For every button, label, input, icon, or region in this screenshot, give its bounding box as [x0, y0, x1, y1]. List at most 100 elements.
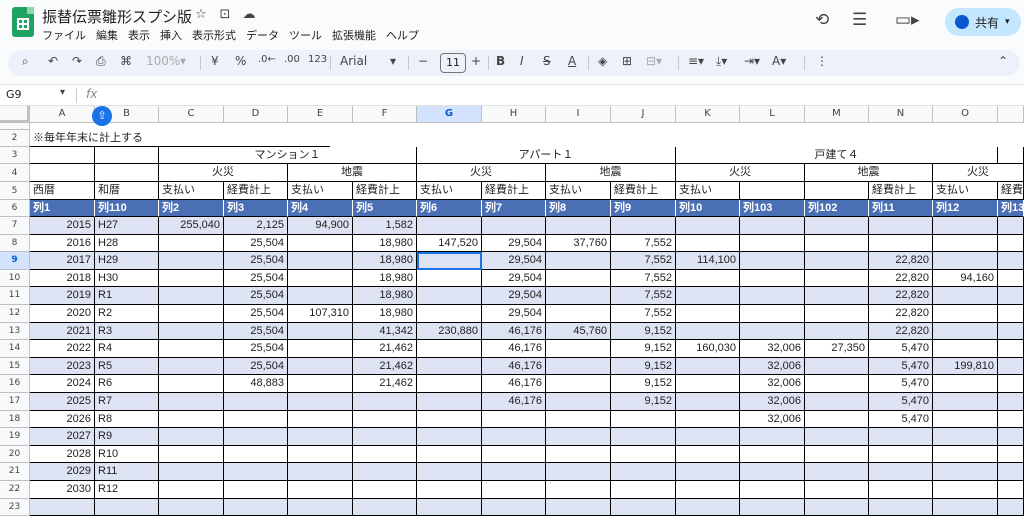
table-cell[interactable]: [805, 481, 869, 499]
table-cell[interactable]: 5,470: [869, 340, 933, 358]
table-cell[interactable]: 5,470: [869, 357, 933, 376]
table-cell[interactable]: 114,100: [676, 252, 740, 270]
column-label[interactable]: 支払い: [546, 182, 611, 200]
table-cell[interactable]: [869, 234, 933, 253]
cell[interactable]: [95, 147, 159, 164]
table-cell[interactable]: 32,006: [740, 340, 805, 358]
table-cell[interactable]: 46,176: [482, 340, 546, 358]
decrease-font-size-icon[interactable]: −: [418, 54, 428, 68]
table-cell[interactable]: 2018: [30, 269, 95, 288]
column-label[interactable]: 支払い: [159, 182, 224, 200]
table-cell[interactable]: [933, 428, 998, 446]
font-size-input[interactable]: 11: [440, 53, 466, 73]
row-header[interactable]: 2: [0, 130, 30, 147]
table-cell[interactable]: [288, 252, 353, 270]
redo-icon[interactable]: ↷: [72, 54, 82, 68]
row-header[interactable]: 23: [0, 498, 30, 517]
table-cell[interactable]: [159, 463, 224, 481]
table-cell[interactable]: [740, 445, 805, 464]
table-cell[interactable]: [417, 217, 482, 235]
freeze-handle-icon[interactable]: ⇧: [92, 106, 112, 126]
table-cell[interactable]: 2027: [30, 428, 95, 446]
table-cell[interactable]: [805, 498, 869, 517]
column-header[interactable]: I: [546, 106, 611, 123]
table-cell[interactable]: [482, 463, 546, 481]
cell[interactable]: [95, 164, 159, 182]
column-header[interactable]: L: [740, 106, 805, 123]
column-label[interactable]: 経費計上: [482, 182, 546, 200]
table-cell[interactable]: [933, 375, 998, 393]
table-cell[interactable]: 48,883: [224, 375, 288, 393]
column-header[interactable]: H: [482, 106, 546, 123]
table-cell[interactable]: [611, 410, 676, 429]
table-cell[interactable]: [998, 393, 1024, 411]
table-cell[interactable]: [611, 481, 676, 499]
table-cell[interactable]: [288, 393, 353, 411]
table-cell[interactable]: 7,552: [611, 287, 676, 305]
table-cell[interactable]: [224, 463, 288, 481]
table-cell[interactable]: H28: [95, 234, 159, 253]
table-cell[interactable]: [676, 287, 740, 305]
row-header[interactable]: 10: [0, 269, 30, 288]
paint-format-icon[interactable]: ⌘: [120, 54, 132, 68]
table-cell[interactable]: 2030: [30, 481, 95, 499]
row-header[interactable]: [0, 123, 30, 130]
table-cell[interactable]: 32,006: [740, 410, 805, 429]
table-cell[interactable]: [288, 375, 353, 393]
table-cell[interactable]: [159, 498, 224, 517]
table-cell[interactable]: [546, 410, 611, 429]
table-cell[interactable]: 2024: [30, 375, 95, 393]
table-cell[interactable]: [676, 357, 740, 376]
table-cell[interactable]: [224, 428, 288, 446]
table-header-cell[interactable]: 列10: [676, 200, 740, 217]
table-cell[interactable]: 2016: [30, 234, 95, 253]
table-cell[interactable]: [933, 393, 998, 411]
row-header[interactable]: 17: [0, 393, 30, 411]
table-cell[interactable]: 5,470: [869, 393, 933, 411]
table-header-cell[interactable]: 列1: [30, 200, 95, 217]
table-cell[interactable]: [805, 269, 869, 288]
column-label[interactable]: [740, 182, 805, 200]
spreadsheet-grid[interactable]: ⇧ A B C D E F G H I J K L M N O 2 3 4 5 6 7 8 9 10 11 12 13 14 15 16 1…: [0, 106, 1024, 522]
row-header[interactable]: 19: [0, 428, 30, 446]
table-cell[interactable]: 25,504: [224, 322, 288, 341]
table-cell[interactable]: R3: [95, 322, 159, 341]
sheets-logo-icon[interactable]: [12, 7, 34, 37]
menu-item[interactable]: 拡張機能: [332, 27, 376, 43]
cell[interactable]: [998, 147, 1024, 164]
table-cell[interactable]: [998, 252, 1024, 270]
table-cell[interactable]: [353, 428, 417, 446]
table-cell[interactable]: [998, 269, 1024, 288]
subgroup-header[interactable]: 地震: [546, 164, 676, 182]
currency-format-button[interactable]: ¥: [211, 54, 219, 68]
table-cell[interactable]: [740, 305, 805, 323]
table-header-cell[interactable]: 列8: [546, 200, 611, 217]
table-header-cell[interactable]: 列12: [933, 200, 998, 217]
table-cell[interactable]: 2019: [30, 287, 95, 305]
meet-icon[interactable]: ▭▸: [895, 10, 920, 30]
table-cell[interactable]: [546, 217, 611, 235]
table-cell[interactable]: [805, 287, 869, 305]
column-label[interactable]: 支払い: [417, 182, 482, 200]
table-cell[interactable]: 45,760: [546, 322, 611, 341]
row-header[interactable]: 20: [0, 445, 30, 464]
document-title[interactable]: 振替伝票雛形スプシ版: [42, 6, 192, 27]
table-cell[interactable]: [159, 481, 224, 499]
column-label[interactable]: 経費計上: [998, 182, 1024, 200]
table-cell[interactable]: 25,504: [224, 357, 288, 376]
text-rotation-icon[interactable]: A▾: [772, 54, 786, 68]
table-cell[interactable]: R11: [95, 463, 159, 481]
row-header[interactable]: 11: [0, 287, 30, 305]
table-cell[interactable]: [546, 375, 611, 393]
menu-item[interactable]: 挿入: [160, 27, 182, 43]
table-cell[interactable]: [933, 445, 998, 464]
table-cell[interactable]: 29,504: [482, 305, 546, 323]
table-cell[interactable]: [159, 234, 224, 253]
subgroup-header[interactable]: 火災: [933, 164, 1024, 182]
table-cell[interactable]: 7,552: [611, 269, 676, 288]
table-cell[interactable]: [159, 252, 224, 270]
table-cell[interactable]: 46,176: [482, 357, 546, 376]
column-label[interactable]: 経費計上: [353, 182, 417, 200]
table-cell[interactable]: 1,582: [353, 217, 417, 235]
table-cell[interactable]: [353, 410, 417, 429]
